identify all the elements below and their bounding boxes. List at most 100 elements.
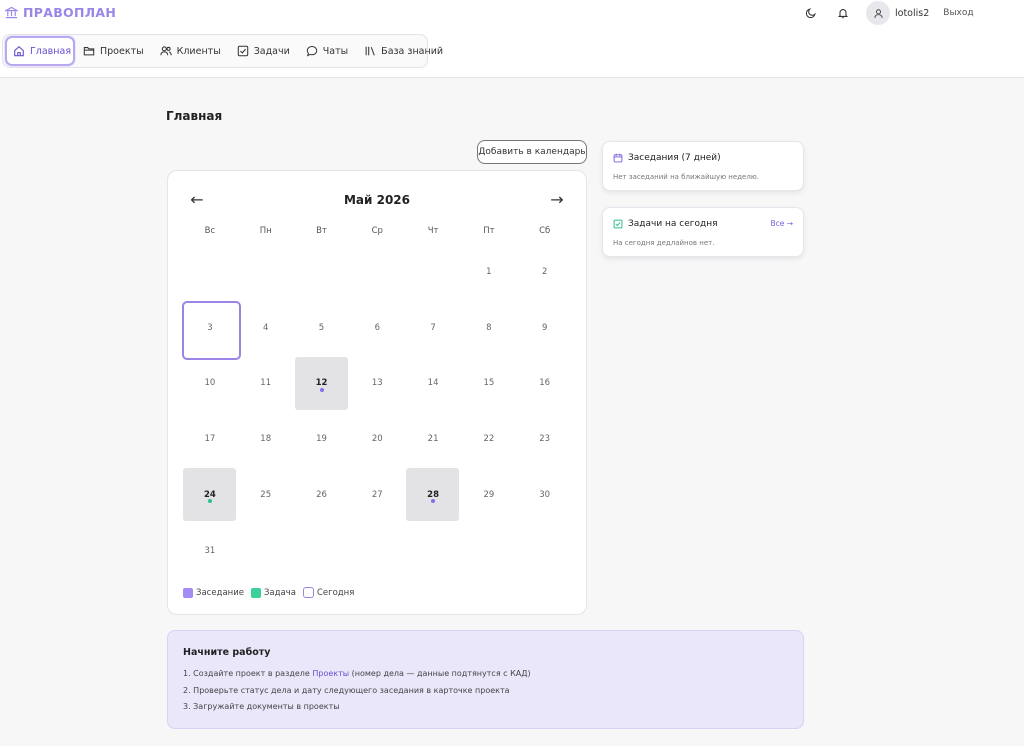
calendar-day[interactable]: 6 xyxy=(349,300,405,356)
calendar-day[interactable]: 5 xyxy=(294,300,350,356)
checkbox-icon xyxy=(237,45,248,57)
day-number: 12 xyxy=(315,378,328,389)
calendar-day[interactable]: 21 xyxy=(405,411,461,467)
calendar-empty-cell xyxy=(294,523,350,579)
projects-link[interactable]: Проекты xyxy=(312,669,349,678)
legend-swatch-hearing xyxy=(183,587,193,598)
tab-home[interactable]: Главная xyxy=(5,36,75,66)
getting-started-step-3: 3. Загружайте документы в проекты xyxy=(183,702,340,711)
calendar-day[interactable]: 18 xyxy=(238,411,294,467)
calendar-day[interactable]: 24 xyxy=(182,467,238,523)
home-icon xyxy=(14,45,24,57)
calendar-day[interactable]: 1 xyxy=(461,244,517,300)
notifications-button[interactable] xyxy=(832,2,854,24)
hearing-marker xyxy=(431,499,436,504)
calendar-day[interactable]: 28 xyxy=(405,467,461,523)
bell-icon xyxy=(837,9,849,19)
getting-started-title: Начните работу xyxy=(183,647,271,658)
bank-icon xyxy=(5,6,18,19)
calendar-icon xyxy=(613,153,623,163)
brand-logo[interactable]: ПРАВОПЛАН xyxy=(5,5,116,20)
theme-toggle-button[interactable] xyxy=(800,2,822,24)
calendar-day[interactable]: 10 xyxy=(182,356,238,412)
calendar-day[interactable]: 19 xyxy=(294,411,350,467)
legend-label: Сегодня xyxy=(316,587,355,598)
tab-chats[interactable]: Чаты xyxy=(298,36,356,66)
tab-label: Главная xyxy=(30,45,72,57)
calendar-empty-cell xyxy=(182,244,238,300)
hearings-card: Заседания (7 дней) Нет заседаний на ближ… xyxy=(602,141,804,191)
moon-icon xyxy=(805,8,816,19)
calendar-empty-cell xyxy=(517,523,573,579)
legend-label: Заседание xyxy=(196,587,244,598)
day-number: 8 xyxy=(486,322,492,333)
check-square-icon xyxy=(613,219,623,229)
tab-projects[interactable]: Проекты xyxy=(75,36,152,66)
user-icon xyxy=(873,8,883,18)
calendar-empty-cell xyxy=(405,244,461,300)
weekday-header: Вс Пн Вт Ср Чт Пт Сб xyxy=(182,226,573,236)
day-number: 10 xyxy=(204,378,216,389)
calendar-day[interactable]: 30 xyxy=(517,467,573,523)
legend-label: Задача xyxy=(263,587,296,598)
calendar-empty-cell xyxy=(238,244,294,300)
legend-hearing: Заседание xyxy=(183,587,244,598)
hearings-card-text: Нет заседаний на ближайшую неделю. xyxy=(613,173,759,181)
calendar-day[interactable]: 11 xyxy=(238,356,294,412)
brand-name: ПРАВОПЛАН xyxy=(23,5,117,20)
calendar-day[interactable]: 26 xyxy=(294,467,350,523)
calendar-day[interactable]: 12 xyxy=(294,356,350,412)
calendar-day[interactable]: 2 xyxy=(517,244,573,300)
calendar-day[interactable]: 8 xyxy=(461,300,517,356)
day-number: 16 xyxy=(539,378,551,389)
calendar-day[interactable]: 31 xyxy=(182,523,238,579)
day-number: 21 xyxy=(427,434,439,445)
step-text: (номер дела — данные подтянутся с КАД) xyxy=(349,669,531,678)
calendar-day[interactable]: 9 xyxy=(517,300,573,356)
card-title-text: Задачи на сегодня xyxy=(628,219,718,229)
calendar-day[interactable]: 29 xyxy=(461,467,517,523)
calendar-month-title: Май 2026 xyxy=(343,193,411,207)
folder-icon xyxy=(83,47,95,56)
calendar-day[interactable]: 20 xyxy=(349,411,405,467)
calendar-grid: 1 2 3 4 5 6 7 8 9 10 11 12 13 14 15 16 17 18 19 20 21 22 23 24 2… xyxy=(182,244,573,579)
calendar: ← Май 2026 → Вс Пн Вт Ср Чт Пт Сб 1 2 3 4 5 6 7 8 9 10 1… xyxy=(167,170,587,615)
day-number: 7 xyxy=(430,322,436,333)
calendar-day[interactable]: 3 xyxy=(182,300,241,360)
day-number: 26 xyxy=(316,490,327,501)
task-marker xyxy=(208,499,212,504)
calendar-day[interactable]: 7 xyxy=(405,300,461,356)
calendar-day[interactable]: 27 xyxy=(349,467,405,523)
calendar-day[interactable]: 17 xyxy=(182,411,238,467)
tab-label: Клиенты xyxy=(176,45,221,57)
logout-link[interactable]: Выход xyxy=(943,8,973,18)
calendar-day[interactable]: 14 xyxy=(405,356,461,412)
tab-knowledge-base[interactable]: База знаний xyxy=(356,36,451,66)
next-month-button[interactable]: → xyxy=(545,189,569,211)
step-text: 1. Создайте проект в разделе xyxy=(183,669,313,678)
add-to-calendar-button[interactable]: Добавить в календарь xyxy=(477,140,587,164)
day-number: 31 xyxy=(204,545,216,556)
calendar-day[interactable]: 22 xyxy=(461,411,517,467)
day-number: 29 xyxy=(483,490,495,501)
calendar-day[interactable]: 23 xyxy=(517,411,573,467)
user-controls: lotolis2 Выход xyxy=(800,0,974,26)
tab-tasks[interactable]: Задачи xyxy=(229,36,298,66)
calendar-day[interactable]: 13 xyxy=(349,356,405,412)
day-number: 18 xyxy=(260,434,272,445)
day-number: 25 xyxy=(260,490,272,501)
all-tasks-link[interactable]: Все → xyxy=(770,219,793,228)
calendar-day[interactable]: 4 xyxy=(238,300,294,356)
calendar-day[interactable]: 25 xyxy=(238,467,294,523)
weekday-label: Ср xyxy=(371,226,383,236)
avatar[interactable] xyxy=(866,1,890,25)
calendar-empty-cell xyxy=(349,523,405,579)
calendar-empty-cell xyxy=(294,244,350,300)
tab-clients[interactable]: Клиенты xyxy=(152,36,229,66)
day-number: 2 xyxy=(541,266,548,277)
calendar-day[interactable]: 15 xyxy=(461,356,517,412)
getting-started-panel: Начните работу 1. Создайте проект в разд… xyxy=(167,630,804,729)
day-number: 19 xyxy=(316,434,327,445)
tab-label: База знаний xyxy=(381,45,444,57)
calendar-day[interactable]: 16 xyxy=(517,356,573,412)
